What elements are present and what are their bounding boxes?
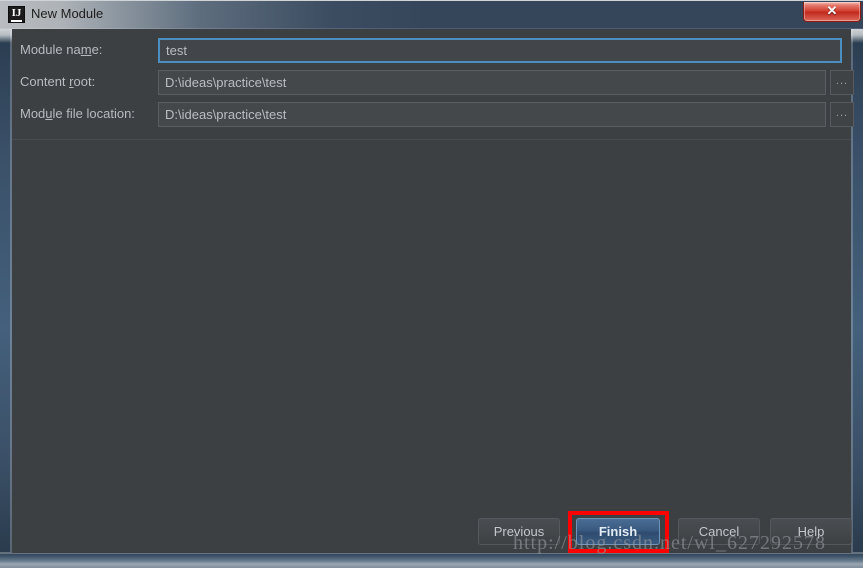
module-name-input[interactable]: test [158,38,842,63]
module-file-location-input[interactable]: D:\ideas\practice\test [158,102,826,127]
module-file-location-browse-button[interactable]: ... [830,102,854,127]
module-name-label: Module name: [20,42,103,57]
help-button[interactable]: Help [770,518,852,545]
cancel-button[interactable]: Cancel [678,518,760,545]
empty-content-region [12,140,851,510]
intellij-idea-icon: IJ [8,6,25,23]
content-root-input[interactable]: D:\ideas\practice\test [158,70,826,95]
window-title: New Module [31,6,104,21]
module-file-location-label: Module file location: [20,106,135,121]
window-frame-left [0,29,12,554]
title-bar[interactable]: IJ New Module ✕ [0,0,863,29]
module-form: Module name: test Content root: D:\ideas… [12,29,854,139]
close-button[interactable]: ✕ [803,2,861,22]
close-icon: ✕ [826,3,838,18]
finish-button[interactable]: Finish [576,518,660,545]
window-frame-bottom [0,552,863,568]
previous-button[interactable]: Previous [478,518,560,545]
dialog-button-bar: Previous Finish Cancel Help [12,510,852,553]
dialog-content: Module name: test Content root: D:\ideas… [12,29,854,553]
new-module-dialog-window: IJ New Module ✕ Module name: test Conten… [0,0,863,568]
content-root-browse-button[interactable]: ... [830,70,854,95]
content-root-label: Content root: [20,74,96,89]
